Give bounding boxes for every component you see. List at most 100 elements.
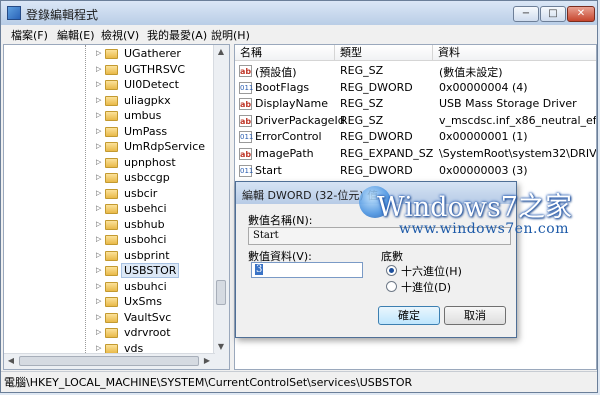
menu-help[interactable]: 說明(H) [211, 27, 250, 43]
value-name-label: 數值名稱(N): [248, 214, 313, 227]
value-row[interactable]: ab DisplayName REG_SZ USB Mass Storage Driv… [235, 96, 595, 112]
tree-item-usbehci[interactable]: ▷ usbehci [4, 201, 214, 217]
menu-favorites[interactable]: 我的最愛(A) [147, 27, 207, 43]
menu-view[interactable]: 檢視(V) [101, 27, 139, 43]
dialog-title: 編輯 DWORD (32-位元) 值 [242, 189, 379, 202]
tree-item-upnphost[interactable]: ▷ upnphost [4, 155, 214, 171]
tree-item-usbuhci[interactable]: ▷ usbuhci [4, 279, 214, 295]
tree-expand-icon[interactable]: ▷ [96, 143, 103, 150]
title-bar[interactable]: 登錄編輯程式 − □ ✕ [1, 1, 597, 25]
tree-expand-icon[interactable]: ▷ [96, 267, 103, 274]
value-name: ErrorControl [255, 130, 322, 144]
folder-icon [105, 157, 118, 168]
value-name: Start [255, 163, 282, 177]
tree-expand-icon[interactable]: ▷ [96, 50, 103, 57]
tree-item-umrdpservice[interactable]: ▷ UmRdpService [4, 139, 214, 155]
value-data-input[interactable]: 3 [251, 262, 363, 278]
value-data: v_mscdsc.inf_x86_neutral_ef3a0c3 [439, 113, 597, 127]
folder-icon [105, 250, 118, 261]
value-row[interactable]: 011 ErrorControl REG_DWORD 0x00000001 (1) [235, 129, 595, 145]
tree-item-ugatherer[interactable]: ▷ UGatherer [4, 46, 214, 62]
tree-hscroll-thumb[interactable] [19, 356, 199, 366]
binary-value-icon: 011 [239, 164, 254, 177]
tree-item-usbhub[interactable]: ▷ usbhub [4, 217, 214, 233]
base-group-label: 底數 [381, 250, 403, 263]
minimize-button[interactable]: − [513, 6, 539, 22]
tree-expand-icon[interactable]: ▷ [96, 298, 103, 305]
scroll-down-arrow-icon[interactable]: ▼ [216, 342, 226, 352]
value-row[interactable]: 011 BootFlags REG_DWORD 0x00000004 (4) [235, 80, 595, 96]
tree-vertical-scrollbar[interactable]: ▲ ▼ [213, 45, 229, 369]
hex-radio[interactable] [386, 265, 397, 276]
column-header-name[interactable]: 名稱 [235, 45, 335, 61]
folder-icon [105, 281, 118, 292]
column-header-type[interactable]: 類型 [335, 45, 433, 61]
tree-item-uxsms[interactable]: ▷ UxSms [4, 294, 214, 310]
tree-item-usbcir[interactable]: ▷ usbcir [4, 186, 214, 202]
tree-expand-icon[interactable]: ▷ [96, 251, 103, 259]
tree-item-vaultsvc[interactable]: ▷ VaultSvc [4, 310, 214, 326]
folder-icon [105, 219, 118, 230]
tree-scroll-thumb[interactable] [216, 280, 226, 305]
tree-expand-icon[interactable]: ▷ [96, 174, 103, 181]
tree-expand-icon[interactable]: ▷ [96, 282, 103, 290]
value-type: REG_SZ [340, 113, 384, 127]
window-title: 登錄編輯程式 [26, 8, 99, 22]
hex-radio-label[interactable]: 十六進位(H) [401, 263, 462, 279]
tree-item-umpass[interactable]: ▷ UmPass [4, 124, 214, 140]
folder-icon [105, 49, 118, 59]
folder-icon [105, 328, 118, 338]
tree-expand-icon[interactable]: ▷ [96, 96, 103, 104]
scroll-right-arrow-icon[interactable]: ▶ [202, 356, 212, 366]
ok-button[interactable]: 確定 [378, 306, 440, 325]
status-bar-path: 電腦\HKEY_LOCAL_MACHINE\SYSTEM\CurrentCont… [1, 371, 597, 392]
value-name: DriverPackageId [255, 113, 345, 127]
tree-expand-icon[interactable]: ▷ [96, 220, 103, 228]
tree-expand-icon[interactable]: ▷ [96, 313, 103, 321]
tree-item-umbus[interactable]: ▷ umbus [4, 108, 214, 124]
tree-expand-icon[interactable]: ▷ [96, 127, 103, 135]
tree-expand-icon[interactable]: ▷ [96, 158, 103, 166]
scroll-up-arrow-icon[interactable]: ▲ [216, 47, 226, 57]
tree-item-label: upnphost [124, 155, 176, 169]
tree-item-ui0detect[interactable]: ▷ UI0Detect [4, 77, 214, 93]
menu-edit[interactable]: 編輯(E) [57, 27, 95, 43]
tree-item-label: VaultSvc [124, 310, 172, 324]
menu-file[interactable]: 檔案(F) [11, 27, 48, 43]
tree-item-usbprint[interactable]: ▷ usbprint [4, 248, 214, 264]
value-row[interactable]: ab (預設值) REG_SZ (數值未設定) [235, 63, 595, 79]
folder-icon [105, 111, 118, 121]
tree-expand-icon[interactable]: ▷ [96, 81, 103, 88]
close-button[interactable]: ✕ [567, 6, 595, 22]
tree-item-ugthrsvc[interactable]: ▷ UGTHRSVC [4, 62, 214, 78]
tree-expand-icon[interactable]: ▷ [96, 236, 103, 243]
scroll-left-arrow-icon[interactable]: ◀ [6, 356, 16, 366]
watermark-url: www.windows7en.com [399, 221, 569, 237]
tree-item-usbstor[interactable]: ▷ USBSTOR [4, 263, 214, 279]
folder-icon [105, 64, 118, 75]
tree-horizontal-scrollbar[interactable]: ◀ ▶ [4, 353, 215, 369]
column-header-data[interactable]: 資料 [433, 45, 596, 61]
tree-expand-icon[interactable]: ▷ [96, 189, 103, 197]
maximize-button[interactable]: □ [540, 6, 566, 22]
decimal-radio[interactable] [386, 281, 397, 292]
value-row[interactable]: ab DriverPackageId REG_SZ v_mscdsc.inf_x86_… [235, 113, 597, 129]
folder-icon [105, 142, 118, 152]
decimal-radio-label[interactable]: 十進位(D) [401, 279, 451, 295]
value-type: REG_DWORD [340, 163, 413, 177]
tree-expand-icon[interactable]: ▷ [96, 205, 103, 212]
value-row[interactable]: ab ImagePath REG_EXPAND_SZ \SystemRoot\syst… [235, 146, 596, 162]
tree-item-usbccgp[interactable]: ▷ usbccgp [4, 170, 214, 186]
tree-expand-icon[interactable]: ▷ [96, 344, 103, 352]
tree-item-usbohci[interactable]: ▷ usbohci [4, 232, 214, 248]
tree-expand-icon[interactable]: ▷ [96, 112, 103, 119]
cancel-button[interactable]: 取消 [444, 306, 506, 325]
value-data: USB Mass Storage Driver [439, 97, 577, 111]
tree-item-uliagpkx[interactable]: ▷ uliagpkx [4, 93, 214, 109]
tree-expand-icon[interactable]: ▷ [96, 329, 103, 336]
tree-expand-icon[interactable]: ▷ [96, 65, 103, 73]
registry-key-tree[interactable]: ▷ UGatherer ▷ UGTHRSVC ▷ UI0Detect ▷ uliagpkx ▷ u… [3, 44, 230, 370]
value-type: REG_DWORD [340, 130, 413, 144]
value-row[interactable]: 011 Start REG_DWORD 0x00000003 (3) [235, 163, 595, 179]
tree-item-vdrvroot[interactable]: ▷ vdrvroot [4, 325, 214, 341]
